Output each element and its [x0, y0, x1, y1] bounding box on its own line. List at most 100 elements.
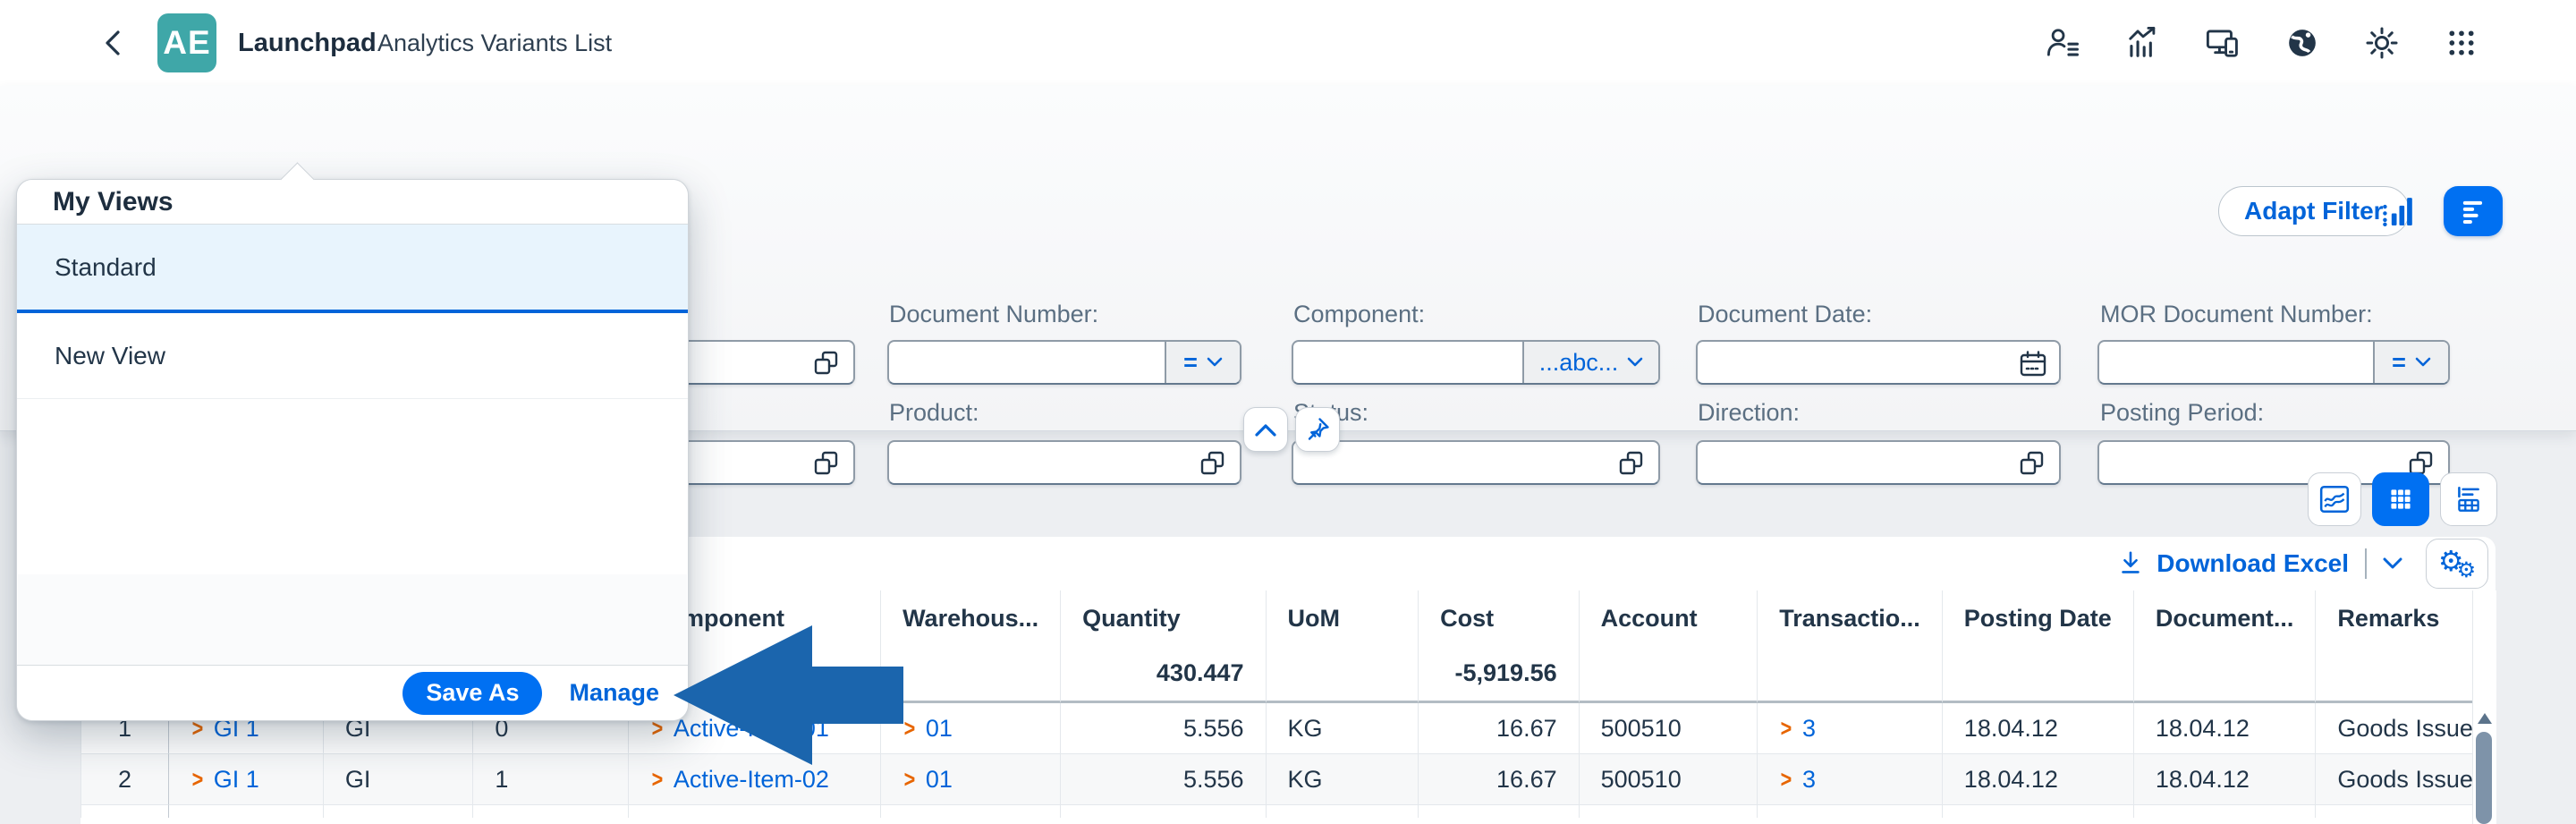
- pin-header-button[interactable]: [1295, 407, 1340, 452]
- filter-label-document-date: Document Date:: [1698, 301, 1872, 328]
- popover-title: My Views: [17, 180, 688, 225]
- navigation-arrow-icon: >: [652, 766, 664, 794]
- operator-value: =: [2392, 349, 2406, 377]
- total-quantity: 430.447: [1061, 646, 1266, 703]
- cell-account: 500510: [1580, 754, 1758, 805]
- chart-indicator-icon: [2378, 192, 2416, 230]
- value-help-icon[interactable]: [1617, 449, 1648, 480]
- column-header-uom[interactable]: UoM: [1267, 590, 1419, 646]
- my-views-popover: My Views Standard New View Save As Manag…: [16, 179, 689, 721]
- filter-field-component[interactable]: ...abc...: [1292, 340, 1660, 385]
- filter-field-mor-document-number[interactable]: =: [2097, 340, 2450, 385]
- document-link[interactable]: GI 1: [214, 766, 259, 793]
- column-header-account[interactable]: Account: [1580, 590, 1758, 646]
- shell-header: AE Launchpad Analytics Variants List: [0, 0, 2576, 87]
- save-as-button[interactable]: Save As: [402, 672, 542, 715]
- filter-label-posting-period: Posting Period:: [2100, 399, 2264, 427]
- cell-uom: KG: [1267, 703, 1419, 754]
- filter-field-product[interactable]: [887, 440, 1241, 485]
- filter-field-document-number[interactable]: =: [887, 340, 1241, 385]
- value-help-icon[interactable]: [812, 449, 843, 480]
- value-help-icon[interactable]: [812, 349, 843, 379]
- popover-footer: Save As Manage: [17, 665, 688, 720]
- warehouse-link[interactable]: 01: [926, 715, 953, 742]
- app-finder-button[interactable]: [2444, 25, 2479, 61]
- transaction-link[interactable]: 3: [1802, 715, 1816, 742]
- mixed-view-button[interactable]: [2440, 472, 2497, 526]
- chevron-down-icon: [1627, 357, 1643, 368]
- devices-button[interactable]: [2205, 25, 2241, 61]
- filter-label-direction: Direction:: [1698, 399, 1800, 427]
- operator-value: ...abc...: [1539, 349, 1619, 377]
- column-header-cost[interactable]: Cost: [1419, 590, 1580, 646]
- chart-indicator-button[interactable]: [2377, 191, 2417, 231]
- mixed-view-icon: [2453, 483, 2485, 515]
- column-header-transaction[interactable]: Transactio...: [1758, 590, 1943, 646]
- cell-transaction: >3: [1758, 703, 1943, 754]
- filter-label-component: Component:: [1293, 301, 1425, 328]
- column-header-quantity[interactable]: Quantity: [1061, 590, 1266, 646]
- value-help-icon[interactable]: [2018, 449, 2048, 480]
- warehouse-link[interactable]: 01: [926, 766, 953, 793]
- chart-view-button[interactable]: [2308, 472, 2361, 526]
- devices-icon: [2206, 26, 2240, 60]
- calendar-icon[interactable]: [2018, 349, 2048, 379]
- view-item-standard[interactable]: Standard: [17, 225, 688, 313]
- cell-account: 500510: [1580, 703, 1758, 754]
- cell-document-date: 18.04.12: [2134, 754, 2317, 805]
- app-logo[interactable]: AE: [157, 13, 216, 72]
- filter-label-product: Product:: [889, 399, 979, 427]
- globe-button[interactable]: [2284, 25, 2320, 61]
- cell-warehouse: >01: [881, 754, 1061, 805]
- filter-field-document-date[interactable]: [1696, 340, 2061, 385]
- cell-warehouse: >01: [881, 703, 1061, 754]
- cell-uom: KG: [1267, 754, 1419, 805]
- download-icon: [2117, 550, 2144, 577]
- appearance-button[interactable]: [2364, 25, 2400, 61]
- app-logo-initials: AE: [163, 24, 210, 62]
- table-row-partial[interactable]: [80, 805, 2496, 818]
- column-header-document-date[interactable]: Document...: [2134, 590, 2317, 646]
- grid-menu-icon: [2445, 26, 2479, 60]
- chevron-up-icon: [1255, 423, 1276, 437]
- cell-remarks: Goods Issue: [2316, 754, 2496, 805]
- manage-link[interactable]: Manage: [569, 679, 659, 707]
- table-settings-button[interactable]: ⚙⚙: [2426, 539, 2488, 589]
- navigation-arrow-icon: >: [192, 766, 204, 794]
- operator-selector[interactable]: =: [1165, 342, 1240, 383]
- column-header-warehouse[interactable]: Warehous...: [881, 590, 1061, 646]
- filter-field-direction[interactable]: [1696, 440, 2061, 485]
- filter-bar-layout-button[interactable]: [2444, 186, 2503, 236]
- cell-transaction: >3: [1758, 754, 1943, 805]
- table-view-button[interactable]: [2372, 472, 2429, 526]
- user-icon: [2046, 26, 2080, 60]
- cell-quantity: 5.556: [1061, 703, 1266, 754]
- total-cost: -5,919.56: [1419, 646, 1580, 703]
- scrollbar-up-arrow-icon[interactable]: [2478, 713, 2492, 724]
- settings-gears-icon: ⚙⚙: [2438, 547, 2476, 581]
- chevron-down-icon[interactable]: [2383, 557, 2402, 570]
- transaction-link[interactable]: 3: [1802, 766, 1816, 793]
- activity-trend-button[interactable]: [2125, 25, 2161, 61]
- tutorial-pointer-arrow-icon: [666, 619, 908, 771]
- view-item-new-view[interactable]: New View: [17, 313, 688, 399]
- table-view-icon: [2385, 483, 2417, 515]
- table-row[interactable]: 2 >GI 1 GI 1 >Active-Item-02 >01 5.556 K…: [80, 754, 2496, 805]
- cell-cost: 16.67: [1419, 703, 1580, 754]
- operator-selector[interactable]: =: [2373, 342, 2448, 383]
- collapse-header-button[interactable]: [1243, 407, 1288, 452]
- back-button[interactable]: [93, 23, 132, 63]
- navigation-arrow-icon: >: [1781, 715, 1792, 743]
- cell-remarks: Goods Issue: [2316, 703, 2496, 754]
- app-screen: AE Launchpad Analytics Variants List: [0, 0, 2576, 824]
- cell-posting-date: 18.04.12: [1943, 754, 2134, 805]
- scrollbar-thumb[interactable]: [2476, 732, 2492, 824]
- column-header-remarks[interactable]: Remarks: [2316, 590, 2496, 646]
- user-account-button[interactable]: [2046, 25, 2081, 61]
- shell-subtitle: Analytics Variants List: [377, 0, 612, 86]
- operator-selector[interactable]: ...abc...: [1522, 342, 1658, 383]
- value-help-icon[interactable]: [1199, 449, 1229, 480]
- download-excel-button[interactable]: Download Excel: [2117, 537, 2402, 590]
- filter-field-status[interactable]: [1292, 440, 1660, 485]
- column-header-posting-date[interactable]: Posting Date: [1943, 590, 2134, 646]
